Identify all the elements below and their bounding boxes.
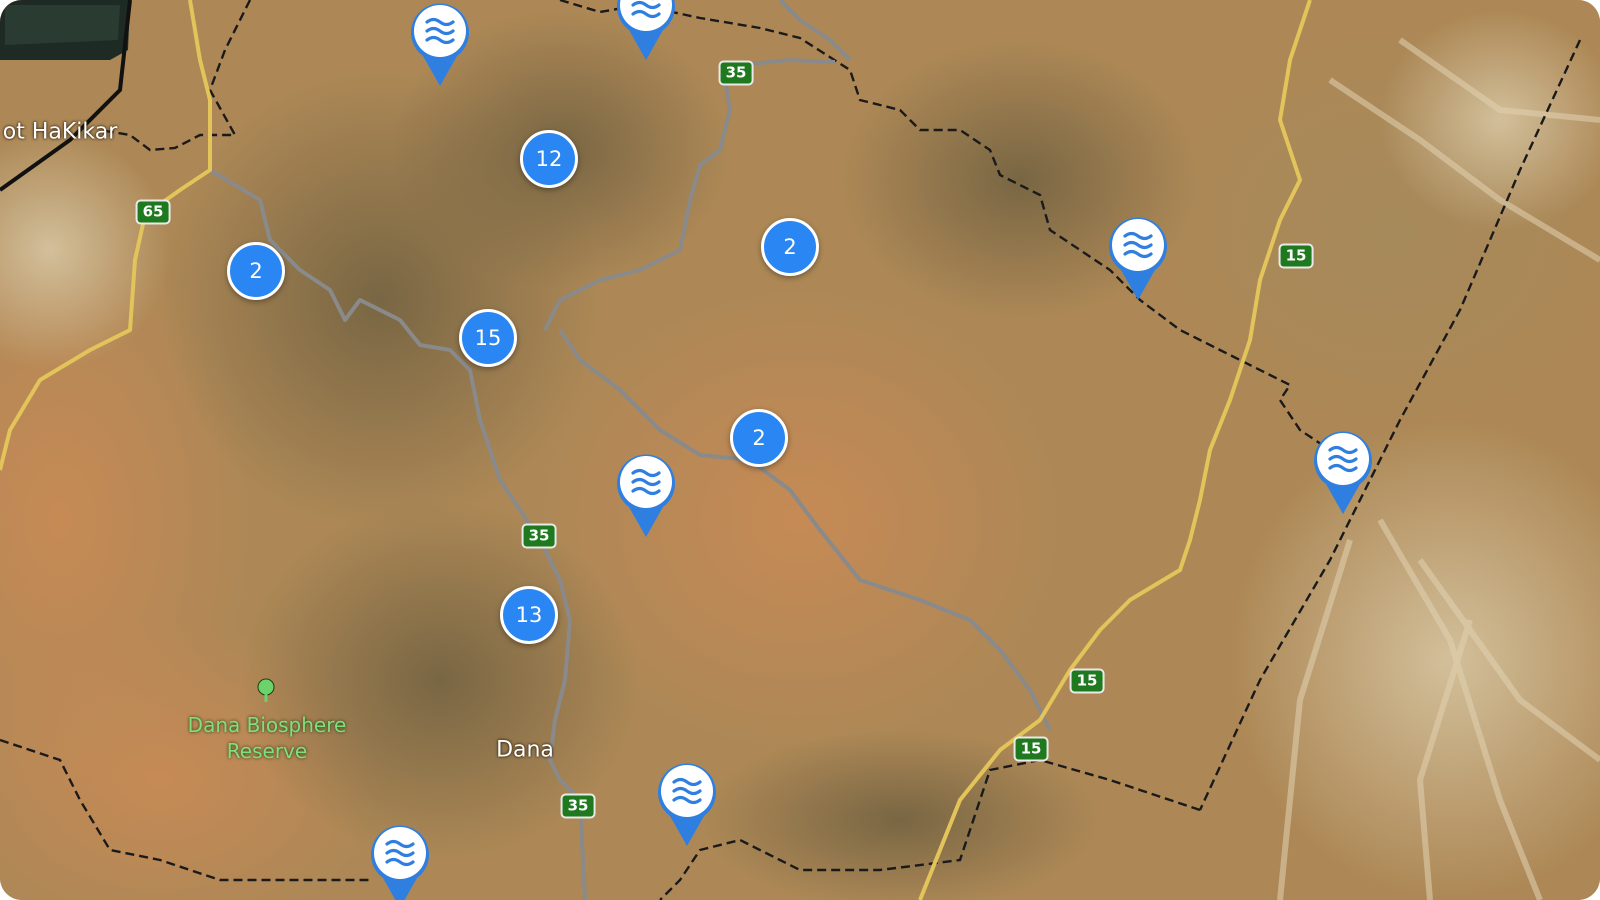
- park-name-line-2: Reserve: [226, 739, 308, 763]
- cluster-marker[interactable]: 13: [500, 586, 558, 644]
- park-label-dana-biosphere-reserve[interactable]: Dana Biosphere Reserve: [188, 712, 347, 764]
- water-pin-marker[interactable]: [615, 451, 677, 539]
- cluster-marker[interactable]: 15: [459, 309, 517, 367]
- water-pin-marker[interactable]: [1312, 428, 1374, 516]
- place-label-top-left: ot HaKikar: [2, 119, 118, 145]
- route-shield-65: 65: [135, 199, 171, 225]
- route-shield-15: 15: [1069, 668, 1105, 694]
- park-name-line-1: Dana Biosphere: [187, 713, 347, 737]
- cluster-marker[interactable]: 12: [520, 130, 578, 188]
- water-pin-marker[interactable]: [369, 822, 431, 900]
- route-shield-35: 35: [560, 793, 596, 819]
- town-label-dana: Dana: [496, 737, 554, 763]
- cluster-marker[interactable]: 2: [730, 409, 788, 467]
- cluster-marker[interactable]: 2: [761, 218, 819, 276]
- water-pin-marker[interactable]: [409, 0, 471, 88]
- route-shield-35: 35: [521, 523, 557, 549]
- route-shield-15: 15: [1278, 243, 1314, 269]
- route-shield-35: 35: [718, 60, 754, 86]
- water-pin-marker[interactable]: [615, 0, 677, 62]
- cluster-marker[interactable]: 2: [227, 242, 285, 300]
- route-shield-15: 15: [1013, 736, 1049, 762]
- tree-icon: [254, 678, 278, 708]
- satellite-map[interactable]: ot HaKikar Dana Dana Biosphere Reserve 6…: [0, 0, 1600, 900]
- water-pin-marker[interactable]: [656, 760, 718, 848]
- water-pin-marker[interactable]: [1107, 214, 1169, 302]
